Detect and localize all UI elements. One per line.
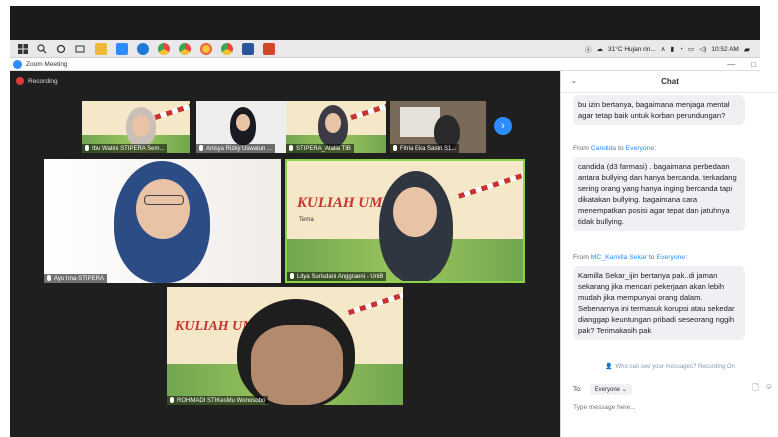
chat-message-text: candida (d3 farmasi) . bagaimana perbeda… xyxy=(578,162,737,226)
message-input[interactable] xyxy=(573,400,768,414)
top-black-bar xyxy=(10,6,760,40)
poster-tema: Tema xyxy=(299,217,314,223)
face xyxy=(136,179,190,239)
zoom-logo-icon xyxy=(13,59,22,69)
record-dot-icon xyxy=(16,77,24,85)
participant-name: STIPERA_Atalia TIB xyxy=(286,144,354,153)
mic-icon xyxy=(199,145,203,151)
chat-message: candida (d3 farmasi) . bagaimana perbeda… xyxy=(573,157,745,231)
chrome-icon[interactable] xyxy=(158,42,170,55)
chevron-right-icon: › xyxy=(501,120,505,132)
participant-name: Litya Surisdani Anggraeni - UniB xyxy=(287,272,387,281)
people-icon: 👤 xyxy=(605,364,613,370)
to-label: To: xyxy=(573,385,582,393)
face xyxy=(325,113,341,133)
more-icon[interactable]: ☺ xyxy=(765,382,773,396)
maximize-button[interactable]: □ xyxy=(751,60,756,69)
explorer-icon[interactable] xyxy=(95,42,107,55)
weather-text[interactable]: 31°C Hujan rin... xyxy=(608,46,656,53)
weather-icon[interactable]: ☁ xyxy=(597,45,604,53)
chat-panel: ⌄ Chat bu izin bertanya, bagaimana menja… xyxy=(560,71,778,437)
recipient-bar: To: Everyone ⌄ 🗋 ☺ xyxy=(573,382,773,396)
recording-indicator: Recording xyxy=(16,77,58,85)
battery-icon[interactable]: ▭ xyxy=(688,45,694,53)
participant-name: Anisya Rizky Uswatun ... xyxy=(196,144,276,153)
zoom-title-bar: Zoom Meeting — □ xyxy=(10,58,760,71)
zoom-icon[interactable] xyxy=(116,42,128,55)
recipient-name: Everyone xyxy=(656,254,686,261)
recipient-name: Everyone xyxy=(625,145,655,152)
chat-message-text: Kamilla Sekar_ijin bertanya pak..di jama… xyxy=(578,271,735,335)
mic-icon xyxy=(47,275,51,281)
chat-sender-line: From MC_Kamilla Sekar to Everyone: xyxy=(573,254,688,261)
mic-tray-icon[interactable]: ▮ xyxy=(671,45,675,53)
system-tray: ⓐ ☁ 31°C Hujan rin... ∧ ▮ ◔ ▭ ◁) 10:52 A… xyxy=(585,40,750,58)
face xyxy=(393,187,437,237)
sender-name: Candida xyxy=(590,145,617,152)
recording-label: Recording xyxy=(28,77,58,85)
face xyxy=(236,114,250,131)
mic-icon xyxy=(170,397,174,403)
powerpoint-icon[interactable] xyxy=(263,42,275,55)
participant-thumb[interactable]: Ibu Watini STIPERA Sem... xyxy=(82,101,190,153)
file-icon[interactable]: 🗋 xyxy=(752,382,758,396)
participant-name: Ibu Watini STIPERA Sem... xyxy=(82,144,168,153)
face xyxy=(251,325,343,405)
chrome2-icon[interactable] xyxy=(179,42,191,55)
chat-title: Chat xyxy=(661,77,679,86)
participant-thumb[interactable]: Fitria Eka Sastri S1... xyxy=(390,101,486,153)
windows-logo-icon[interactable] xyxy=(16,42,29,55)
taskview-icon[interactable] xyxy=(54,42,67,55)
chat-header: ⌄ Chat xyxy=(561,71,778,93)
participant-video[interactable]: KULIAH UM ROHMADI STIKesMu Wonosobo xyxy=(167,287,403,405)
next-page-button[interactable]: › xyxy=(494,117,512,135)
network-icon[interactable]: ◔ xyxy=(679,46,683,53)
who-can-see-link[interactable]: 👤 Who can see your messages? Recording O… xyxy=(605,363,735,371)
participant-video[interactable]: Ayu Irna-STIPERA xyxy=(44,159,281,283)
chevron-up-icon[interactable]: ∧ xyxy=(661,45,666,53)
participant-thumb[interactable]: Anisya Rizky Uswatun ... xyxy=(196,101,288,153)
clock-time[interactable]: 10:52 AM xyxy=(711,46,738,53)
chevron-down-icon[interactable]: ⌄ xyxy=(571,77,577,85)
screenshot-frame: ⓐ ☁ 31°C Hujan rin... ∧ ▮ ◔ ▭ ◁) 10:52 A… xyxy=(0,0,778,437)
mic-icon xyxy=(85,145,89,151)
recipient-select[interactable]: Everyone ⌄ xyxy=(589,383,632,395)
firefox-icon[interactable] xyxy=(200,42,212,55)
people-icon[interactable]: ⓐ xyxy=(585,44,592,54)
mic-icon xyxy=(289,145,293,151)
chat-message-text: bu izin bertanya, bagaimana menjaga ment… xyxy=(578,100,730,120)
sender-name: MC_Kamilla Sekar xyxy=(590,254,648,261)
minimize-button[interactable]: — xyxy=(727,60,735,69)
chrome3-icon[interactable] xyxy=(221,42,233,55)
glasses xyxy=(144,195,184,205)
chat-message: bu izin bertanya, bagaimana menjaga ment… xyxy=(573,95,745,125)
widgets-icon[interactable] xyxy=(73,42,86,55)
face xyxy=(132,115,150,137)
search-icon[interactable] xyxy=(35,42,48,55)
active-speaker-video[interactable]: KULIAH UMUM Tema Litya Surisdani Anggrae… xyxy=(285,159,525,283)
chat-message: Kamilla Sekar_ijin bertanya pak..di jama… xyxy=(573,266,745,340)
windows-taskbar: ⓐ ☁ 31°C Hujan rin... ∧ ▮ ◔ ▭ ◁) 10:52 A… xyxy=(10,40,760,58)
word-icon[interactable] xyxy=(242,42,254,55)
edge-icon[interactable] xyxy=(137,42,149,55)
participant-name: Ayu Irna-STIPERA xyxy=(44,274,107,283)
participant-name: ROHMADI STIKesMu Wonosobo xyxy=(167,396,269,405)
window-title: Zoom Meeting xyxy=(26,60,68,68)
participant-name: Fitria Eka Sastri S1... xyxy=(390,144,460,153)
video-stage: Recording Ibu Watini STIPERA Sem... Anis… xyxy=(10,71,560,437)
mic-icon xyxy=(393,145,397,151)
mic-icon xyxy=(290,273,294,279)
volume-icon[interactable]: ◁) xyxy=(699,45,706,53)
participant-thumb[interactable]: STIPERA_Atalia TIB xyxy=(286,101,386,153)
chat-sender-line: From Candida to Everyone: xyxy=(573,145,657,152)
notification-icon[interactable]: ▰ xyxy=(744,45,750,54)
